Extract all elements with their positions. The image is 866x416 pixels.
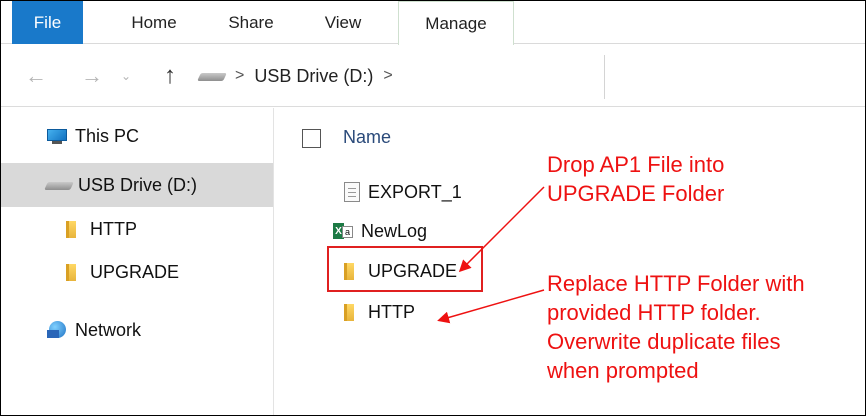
- file-name: NewLog: [361, 220, 428, 241]
- sidebar-item-label: Network: [75, 319, 142, 340]
- drive-icon: [44, 179, 74, 191]
- annotation-line: UPGRADE Folder: [547, 181, 725, 206]
- pc-icon: [47, 128, 69, 144]
- tab-view[interactable]: View: [313, 1, 373, 44]
- highlight-box: [327, 246, 483, 292]
- ribbon: File Home Share View Manage: [1, 1, 865, 45]
- chevron-down-icon[interactable]: ⌄: [118, 45, 134, 107]
- folder-icon: [344, 303, 354, 321]
- sidebar-item-upgrade[interactable]: UPGRADE: [1, 250, 273, 294]
- breadcrumb-separator[interactable]: >: [235, 67, 244, 85]
- forward-arrow-icon[interactable]: →: [79, 45, 105, 107]
- document-icon: [344, 182, 360, 202]
- file-row-newlog[interactable]: Xa NewLog: [333, 216, 427, 246]
- tab-home[interactable]: Home: [119, 1, 189, 44]
- file-row-export[interactable]: EXPORT_1: [344, 177, 462, 207]
- sidebar-item-this-pc[interactable]: This PC: [1, 114, 273, 158]
- file-row-http[interactable]: HTTP: [344, 297, 415, 327]
- annotation-line: when prompted: [547, 358, 699, 383]
- sidebar-item-label: HTTP: [90, 218, 137, 239]
- excel-icon: Xa: [333, 222, 353, 240]
- select-all-checkbox[interactable]: [302, 129, 321, 148]
- tab-file[interactable]: File: [12, 1, 83, 44]
- sidebar-item-label: This PC: [75, 125, 140, 146]
- address-bar: ← → ⌄ ↑ > USB Drive (D:) >: [1, 45, 865, 107]
- sidebar-item-label: USB Drive (D:): [78, 174, 198, 195]
- sidebar-item-network[interactable]: Network: [1, 308, 273, 352]
- breadcrumb[interactable]: > USB Drive (D:) >: [197, 45, 403, 107]
- annotation-upgrade: Drop AP1 File into UPGRADE Folder: [547, 150, 847, 208]
- drive-icon: [197, 70, 227, 82]
- breadcrumb-separator[interactable]: >: [383, 67, 392, 85]
- annotation-line: Overwrite duplicate files: [547, 329, 781, 354]
- column-header-name[interactable]: Name: [343, 127, 391, 148]
- annotation-line: Drop AP1 File into: [547, 152, 725, 177]
- annotation-line: provided HTTP folder.: [547, 300, 761, 325]
- address-divider: [604, 55, 605, 99]
- annotation-line: Replace HTTP Folder with: [547, 271, 805, 296]
- annotation-http: Replace HTTP Folder with provided HTTP f…: [547, 269, 865, 385]
- folder-icon: [66, 263, 76, 281]
- sidebar-item-http[interactable]: HTTP: [1, 207, 273, 251]
- navigation-pane: This PC USB Drive (D:) HTTP UPGRADE Netw…: [1, 108, 274, 415]
- sidebar-item-usb-drive[interactable]: USB Drive (D:): [1, 163, 273, 207]
- breadcrumb-item-usb-drive[interactable]: USB Drive (D:): [254, 66, 373, 87]
- back-arrow-icon[interactable]: ←: [23, 45, 49, 107]
- file-name: EXPORT_1: [368, 181, 462, 202]
- up-arrow-icon[interactable]: ↑: [159, 45, 181, 107]
- network-icon: [47, 321, 69, 339]
- folder-icon: [66, 220, 76, 238]
- tab-share[interactable]: Share: [216, 1, 286, 44]
- sidebar-item-label: UPGRADE: [90, 261, 180, 282]
- tab-manage[interactable]: Manage: [398, 1, 514, 45]
- file-name: HTTP: [368, 301, 415, 322]
